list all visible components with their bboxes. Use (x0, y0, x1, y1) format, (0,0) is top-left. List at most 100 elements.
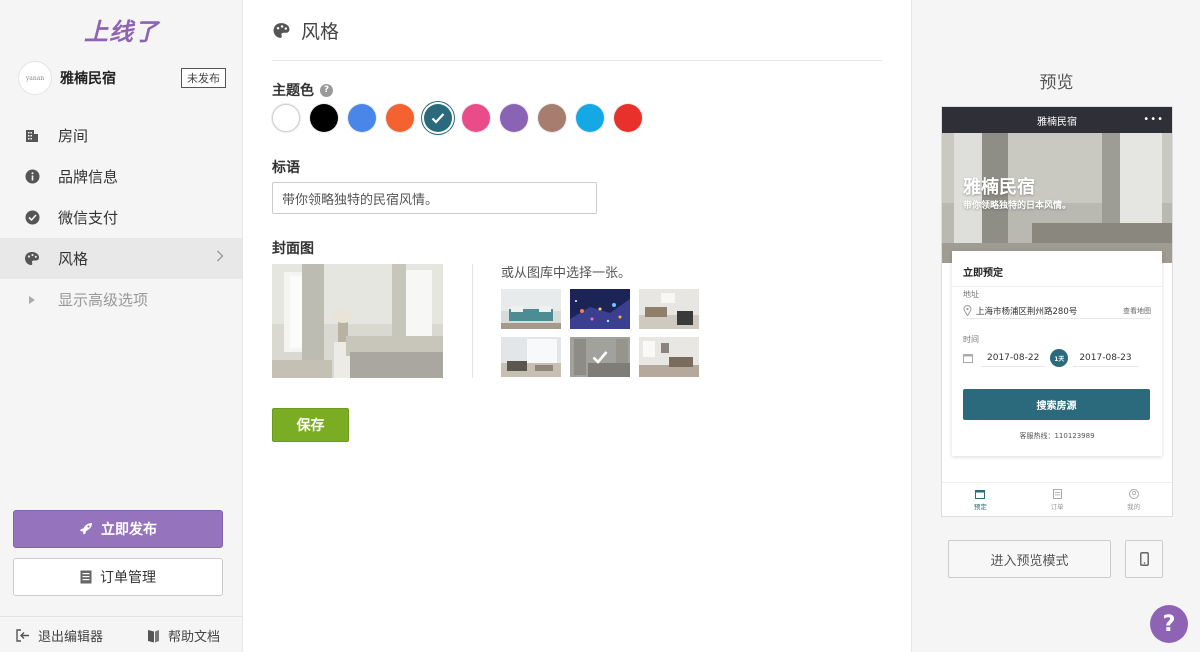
check-icon (424, 104, 452, 132)
cover-label: 封面图 (272, 241, 314, 257)
help-fab-button[interactable]: ? (1150, 605, 1188, 643)
page-title: 风格 (272, 17, 339, 44)
color-swatch[interactable] (272, 104, 300, 132)
calendar-icon (975, 490, 986, 499)
title-divider (272, 60, 882, 61)
time-label: 时间 (963, 335, 979, 344)
book-icon (148, 629, 159, 642)
color-swatch[interactable] (310, 104, 338, 132)
help-docs-link[interactable]: 帮助文档 (147, 626, 220, 645)
sidebar-item-label: 显示高级选项 (58, 291, 149, 309)
checkin-date[interactable]: 2017-08-22 (981, 350, 1046, 367)
tab-label: 我的 (1127, 503, 1141, 511)
exit-editor-link[interactable]: 退出编辑器 (16, 626, 103, 645)
chevron-right-icon (216, 250, 224, 266)
user-icon (1128, 489, 1139, 499)
orders-button[interactable]: 订单管理 (13, 558, 223, 596)
phone-app-title: 雅楠民宿 (1037, 116, 1077, 128)
phone-preview: 雅楠民宿 ••• 雅楠民宿 带你领略独特的日本风情。 立即预定 地址 上海市杨浦… (941, 106, 1173, 517)
view-map-link[interactable]: 查看地图 (1123, 306, 1151, 316)
save-button[interactable]: 保存 (272, 408, 349, 442)
preview-mode-button[interactable]: 进入预览模式 (948, 540, 1111, 578)
hotline-text: 客服热线：110123989 (1019, 432, 1095, 440)
document-icon (1052, 489, 1062, 499)
help-icon[interactable]: ? (320, 83, 333, 97)
preview-panel: 预览 雅楠民宿 ••• 雅楠民宿 带你领略独特的日本风情。 立即预定 地址 上海… (911, 0, 1200, 652)
sidebar-item-label: 品牌信息 (58, 168, 119, 186)
hero-image: 雅楠民宿 带你领略独特的日本风情。 (942, 133, 1172, 263)
status-badge: 未发布 (181, 68, 226, 88)
calendar-icon (963, 354, 973, 363)
mobile-phone-icon (1139, 552, 1149, 566)
checkout-date[interactable]: 2017-08-23 (1073, 350, 1138, 367)
color-swatch[interactable] (614, 104, 642, 132)
sidebar-item-brand-info[interactable]: 品牌信息 (0, 156, 242, 197)
caret-right-icon (24, 292, 40, 308)
palette-icon (273, 23, 290, 38)
publish-button[interactable]: 立即发布 (13, 510, 223, 548)
brand-name: 雅楠民宿 (60, 71, 116, 87)
gallery-thumb-selected[interactable] (570, 337, 630, 377)
publish-label: 立即发布 (101, 522, 157, 538)
show-advanced-options[interactable]: 显示高级选项 (0, 279, 242, 320)
avatar[interactable]: yanan (18, 61, 52, 95)
footer-divider (0, 616, 242, 617)
phone-title-bar: 雅楠民宿 ••• (942, 107, 1172, 133)
building-icon (24, 128, 40, 144)
gallery-thumb[interactable] (501, 289, 561, 329)
gallery-caption: 或从图库中选择一张。 (501, 266, 632, 281)
color-swatch[interactable] (424, 104, 452, 132)
sidebar-item-label: 微信支付 (58, 209, 119, 227)
hero-subtitle: 带你领略独特的日本风情。 (963, 201, 1072, 211)
more-icon: ••• (1143, 114, 1164, 125)
sidebar-item-rooms[interactable]: 房间 (0, 115, 242, 156)
date-row: 2017-08-22 1天 2017-08-23 (963, 347, 1151, 369)
address-label: 地址 (963, 290, 979, 299)
tab-label: 订单 (1050, 503, 1064, 511)
color-swatch[interactable] (576, 104, 604, 132)
tab-label: 预定 (973, 503, 987, 511)
logo[interactable]: 上线了 (84, 12, 159, 47)
theme-color-label: 主题色 ? (272, 80, 333, 100)
brand-row: yanan 雅楠民宿 未发布 (18, 60, 226, 96)
sidebar-nav: 房间 品牌信息 微信支付 风格 显示高级选项 (0, 115, 242, 320)
slogan-label: 标语 (272, 160, 300, 176)
tab-orders[interactable]: 订单 (1019, 483, 1096, 516)
address-row[interactable]: 上海市杨浦区荆州路280号 查看地图 (963, 303, 1151, 319)
document-icon (80, 570, 92, 584)
sidebar: 上线了 yanan 雅楠民宿 未发布 房间 品牌信息 微信支付 风格 显示高级选… (0, 0, 243, 652)
sidebar-item-style[interactable]: 风格 (0, 238, 242, 279)
gallery-thumb[interactable] (501, 337, 561, 377)
color-swatch[interactable] (462, 104, 490, 132)
color-swatch[interactable] (386, 104, 414, 132)
color-swatch[interactable] (538, 104, 566, 132)
theme-color-label-text: 主题色 (272, 83, 314, 99)
booking-divider (952, 286, 1162, 287)
sidebar-item-wechat-pay[interactable]: 微信支付 (0, 197, 242, 238)
color-swatch[interactable] (348, 104, 376, 132)
hero-title: 雅楠民宿 (963, 177, 1035, 198)
slogan-input[interactable] (272, 182, 597, 214)
gallery-thumb[interactable] (639, 337, 699, 377)
rocket-icon (80, 523, 92, 535)
help-docs-label: 帮助文档 (168, 630, 221, 645)
cover-divider (472, 264, 473, 378)
check-icon (570, 337, 630, 377)
search-rooms-button[interactable]: 搜索房源 (963, 389, 1150, 420)
palette-icon (24, 251, 40, 267)
sidebar-item-label: 风格 (58, 250, 89, 268)
exit-icon (16, 629, 29, 642)
page-title-text: 风格 (301, 21, 340, 43)
info-icon (24, 169, 40, 185)
theme-color-swatches (272, 104, 652, 132)
mobile-preview-button[interactable] (1125, 540, 1163, 578)
preview-title: 预览 (1039, 73, 1074, 93)
gallery-thumb[interactable] (639, 289, 699, 329)
tab-me[interactable]: 我的 (1095, 483, 1172, 516)
color-swatch[interactable] (500, 104, 528, 132)
tab-book[interactable]: 预定 (942, 483, 1019, 516)
gallery-thumb[interactable] (570, 289, 630, 329)
booking-card: 立即预定 地址 上海市杨浦区荆州路280号 查看地图 时间 2017-08-22… (952, 251, 1162, 456)
phone-tab-bar: 预定 订单 我的 (942, 482, 1172, 516)
cover-image[interactable] (272, 264, 443, 378)
